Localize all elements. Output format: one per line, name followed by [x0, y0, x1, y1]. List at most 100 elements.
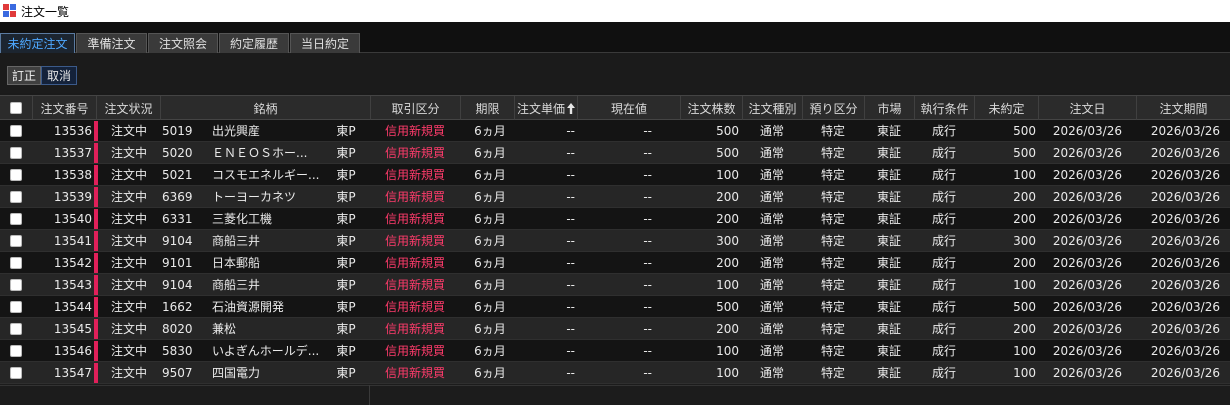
order-date-cell: 2026/03/26: [1052, 123, 1122, 138]
cancel-order-button[interactable]: 取消: [41, 66, 77, 85]
order-date-cell: 2026/03/26: [1052, 321, 1122, 336]
status-indicator-bar: [94, 319, 98, 339]
tab-unfilled-orders[interactable]: 未約定注文: [0, 33, 75, 53]
expiry-cell: 2026/03/26: [1150, 321, 1220, 336]
table-row[interactable]: 13540 注文中 6331 三菱化工機 東P 信用新規買 6ヵ月 -- -- 200 通常 特定 東証…: [0, 208, 1230, 230]
row-checkbox[interactable]: [10, 322, 22, 335]
table-row[interactable]: 13545 注文中 8020 兼松 東P 信用新規買 6ヵ月 -- -- 200 通常 特定 東証 成行 2…: [0, 318, 1230, 340]
trade-type-cell: 信用新規買: [384, 124, 445, 138]
header-account[interactable]: 預り区分: [802, 96, 864, 120]
header-qty[interactable]: 注文株数: [680, 96, 742, 120]
tab-order-inquiry[interactable]: 注文照会: [148, 33, 218, 53]
edit-order-button[interactable]: 訂正: [7, 66, 41, 85]
unit-price-cell: --: [566, 343, 575, 358]
trade-type-cell: 信用新規買: [384, 190, 445, 204]
trade-type-cell: 信用新規買: [384, 234, 445, 248]
header-status[interactable]: 注文状況: [96, 96, 160, 120]
account-cell: 特定: [820, 124, 845, 138]
row-checkbox[interactable]: [10, 124, 22, 137]
status-cell: 注文中: [110, 124, 147, 138]
header-term[interactable]: 期限: [460, 96, 514, 120]
row-checkbox[interactable]: [10, 168, 22, 181]
header-order-no[interactable]: 注文番号: [32, 96, 96, 120]
issue-name-cell: コスモエネルギー...: [212, 168, 320, 182]
table-row[interactable]: 13546 注文中 5830 いよぎんホールデ... 東P 信用新規買 6ヵ月 -- -- 100…: [0, 340, 1230, 362]
row-checkbox[interactable]: [10, 344, 22, 357]
order-date-cell: 2026/03/26: [1052, 189, 1122, 204]
order-no-cell: 13545: [53, 321, 92, 336]
trade-type-cell: 信用新規買: [384, 256, 445, 270]
table-row[interactable]: 13542 注文中 9101 日本郵船 東P 信用新規買 6ヵ月 -- -- 200 通常 特定 東証 成…: [0, 252, 1230, 274]
trade-type-cell: 信用新規買: [384, 366, 445, 380]
header-order-date[interactable]: 注文日: [1038, 96, 1136, 120]
current-price-cell: --: [643, 343, 652, 358]
header-order-kind[interactable]: 注文種別: [742, 96, 802, 120]
header-current-price[interactable]: 現在値: [577, 96, 680, 120]
row-checkbox[interactable]: [10, 190, 22, 203]
row-select-cell: [0, 230, 32, 251]
market-cell: 東証: [876, 168, 901, 182]
header-expiry[interactable]: 注文期間: [1136, 96, 1230, 120]
issue-name-cell: 石油資源開発: [212, 300, 285, 314]
tab-today-executions[interactable]: 当日約定: [290, 33, 360, 53]
table-row[interactable]: 13547 注文中 9507 四国電力 東P 信用新規買 6ヵ月 -- -- 100 通常 特定 東証 成…: [0, 362, 1230, 384]
status-indicator-bar: [94, 121, 98, 141]
window-titlebar: 注文一覧: [0, 0, 1230, 22]
table-row[interactable]: 13537 注文中 5020 ＥＮＥＯＳホー... 東P 信用新規買 6ヵ月 -- -- 500 通…: [0, 142, 1230, 164]
exchange-cell: 東P: [336, 322, 356, 336]
expiry-cell: 2026/03/26: [1150, 299, 1220, 314]
order-no-cell: 13539: [53, 189, 92, 204]
header-issue[interactable]: 銘柄: [160, 96, 370, 120]
app-icon: [3, 4, 17, 18]
order-date-cell: 2026/03/26: [1052, 299, 1122, 314]
account-cell: 特定: [820, 212, 845, 226]
unit-price-cell: --: [566, 255, 575, 270]
row-checkbox[interactable]: [10, 300, 22, 313]
exec-cond-cell: 成行: [931, 212, 956, 226]
header-market[interactable]: 市場: [864, 96, 914, 120]
issue-code-cell: 5830: [162, 343, 193, 358]
table-row[interactable]: 13541 注文中 9104 商船三井 東P 信用新規買 6ヵ月 -- -- 300 通常 特定 東証 成…: [0, 230, 1230, 252]
issue-name-cell: 商船三井: [212, 278, 261, 292]
table-row[interactable]: 13544 注文中 1662 石油資源開発 東P 信用新規買 6ヵ月 -- -- 500 通常 特定 東…: [0, 296, 1230, 318]
header-exec-cond[interactable]: 執行条件: [914, 96, 974, 120]
table-row[interactable]: 13538 注文中 5021 コスモエネルギー... 東P 信用新規買 6ヵ月 -- -- 100…: [0, 164, 1230, 186]
qty-cell: 100: [716, 167, 739, 182]
toolbar: 訂正 取消: [0, 53, 1230, 93]
status-cell: 注文中: [110, 300, 147, 314]
table-row[interactable]: 13543 注文中 9104 商船三井 東P 信用新規買 6ヵ月 -- -- 100 通常 特定 東証 成…: [0, 274, 1230, 296]
trade-type-cell: 信用新規買: [384, 344, 445, 358]
status-indicator-bar: [94, 187, 98, 207]
unit-price-cell: --: [566, 365, 575, 380]
exchange-cell: 東P: [336, 366, 356, 380]
tab-prepared-orders[interactable]: 準備注文: [76, 33, 147, 53]
current-price-cell: --: [643, 145, 652, 160]
account-cell: 特定: [820, 344, 845, 358]
expiry-cell: 2026/03/26: [1150, 167, 1220, 182]
header-unit-price[interactable]: 注文単価: [514, 96, 577, 120]
row-checkbox[interactable]: [10, 212, 22, 225]
account-cell: 特定: [820, 256, 845, 270]
unit-price-cell: --: [566, 211, 575, 226]
exec-cond-cell: 成行: [931, 256, 956, 270]
status-indicator-bar: [94, 275, 98, 295]
table-row[interactable]: 13539 注文中 6369 トーヨーカネツ 東P 信用新規買 6ヵ月 -- -- 200 通常 特定…: [0, 186, 1230, 208]
header-trade-type[interactable]: 取引区分: [370, 96, 460, 120]
header-unfilled[interactable]: 未約定: [974, 96, 1038, 120]
row-checkbox[interactable]: [10, 234, 22, 247]
unfilled-cell: 200: [1013, 211, 1036, 226]
issue-name-cell: いよぎんホールデ...: [212, 344, 320, 358]
row-select-cell: [0, 274, 32, 295]
row-select-cell: [0, 340, 32, 361]
select-all-cell: [0, 96, 32, 120]
row-checkbox[interactable]: [10, 146, 22, 159]
row-checkbox[interactable]: [10, 366, 22, 379]
row-checkbox[interactable]: [10, 278, 22, 291]
select-all-checkbox[interactable]: [10, 102, 22, 114]
row-checkbox[interactable]: [10, 256, 22, 269]
status-cell: 注文中: [110, 168, 147, 182]
table-row[interactable]: 13536 注文中 5019 出光興産 東P 信用新規買 6ヵ月 -- -- 500 通常 特定 東証 成…: [0, 120, 1230, 142]
tab-execution-history[interactable]: 約定履歴: [219, 33, 289, 53]
unfilled-cell: 300: [1013, 233, 1036, 248]
term-cell: 6ヵ月: [474, 168, 506, 182]
